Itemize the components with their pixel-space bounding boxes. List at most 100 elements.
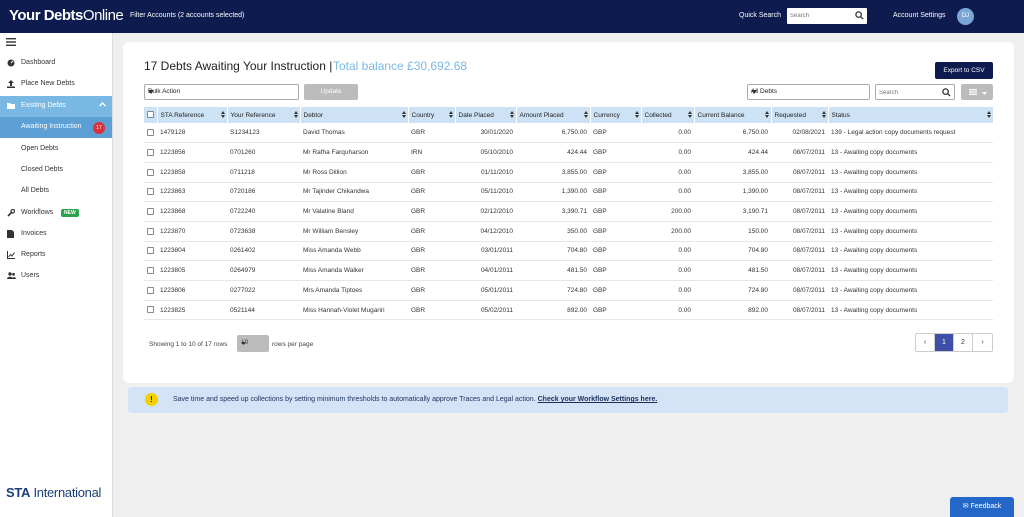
sort-icon[interactable] (583, 111, 588, 120)
sidebar-item-place-new-debts[interactable]: Place New Debts (0, 74, 112, 95)
table-row[interactable]: 1223870 0723638 Mr William Bensley GBR 04/12… (144, 221, 993, 242)
update-button[interactable]: Update (304, 84, 358, 100)
sidebar-item-reports[interactable]: Reports (0, 245, 112, 266)
table-row[interactable]: 1223858 0711218 Mr Ross Dillion GBR 01/11/20… (144, 162, 993, 183)
table-cell: 892.00 (516, 300, 590, 321)
sidebar-item-invoices[interactable]: Invoices (0, 224, 112, 245)
column-header[interactable]: Collected (641, 107, 695, 123)
sidebar-item-users[interactable]: Users (0, 266, 112, 287)
sidebar-item-closed-debts[interactable]: Closed Debts (0, 160, 112, 181)
sort-icon[interactable] (401, 111, 406, 120)
sidebar-item-workflows[interactable]: Workflows NEW (0, 203, 112, 224)
filter-accounts-link[interactable]: Filter Accounts (2 accounts selected) (130, 12, 244, 19)
table-row[interactable]: 1479128 S1234123 David Thomas GBR 30/01/2020… (144, 123, 993, 144)
chevron-up-icon[interactable] (99, 102, 106, 109)
table-cell: 13 - Awaiting copy documents (828, 182, 993, 203)
select-all-checkbox[interactable] (144, 107, 158, 123)
table-cell: 6,750.00 (694, 123, 771, 144)
chart-icon (7, 251, 15, 261)
sort-icon[interactable] (764, 111, 769, 120)
column-header[interactable]: Status (828, 107, 994, 123)
sidebar-item-dashboard[interactable]: Dashboard (0, 53, 112, 74)
row-checkbox[interactable] (144, 300, 157, 321)
row-checkbox[interactable] (144, 280, 157, 301)
table-row[interactable]: 1223825 0521144 Miss Hannah-Violet Mugarir… (144, 300, 993, 321)
table-row[interactable]: 1223863 0720186 Mr Tajinder Chikandwa GBR 05… (144, 182, 993, 203)
new-badge: NEW (61, 209, 79, 217)
sidebar-item-awaiting-instruction[interactable]: Awaiting Instruction 17 (0, 117, 112, 138)
column-header[interactable]: Your Reference (227, 107, 301, 123)
menu-icon[interactable] (6, 38, 16, 48)
table-cell: 139 - Legal action copy documents reques… (828, 123, 993, 144)
pagination-page-2[interactable]: 2 (954, 334, 973, 351)
table-cell: Mr Tajinder Chikandwa (300, 182, 408, 203)
pagination-next-button[interactable]: › (973, 334, 992, 351)
sidebar-item-all-debts[interactable]: All Debts (0, 181, 112, 202)
sort-icon[interactable] (220, 111, 225, 120)
table-cell: GBR (408, 280, 455, 301)
table-row[interactable]: 1223868 0722240 Mr Valatine Bland GBR 02/12/… (144, 201, 993, 222)
debts-filter-select[interactable]: All Debts (747, 84, 870, 100)
table-row[interactable]: 1223806 0277022 Mrs Amanda Tiptoes GBR 05/01… (144, 280, 993, 301)
columns-toggle-button[interactable] (961, 84, 993, 100)
workflow-settings-link[interactable]: Check your Workflow Settings here. (538, 396, 658, 403)
sort-icon[interactable] (986, 111, 991, 120)
feedback-button[interactable]: ✉ Feedback (950, 497, 1014, 517)
column-header[interactable]: Currency (590, 107, 642, 123)
table-row[interactable]: 1223856 0701260 Mr Rafha Farquharson IRN 05/… (144, 142, 993, 163)
table-cell: 1,390.00 (516, 182, 590, 203)
column-header[interactable]: STA Reference (157, 107, 228, 123)
sta-international-logo: STA International (6, 485, 102, 500)
row-checkbox[interactable] (144, 221, 157, 242)
sort-icon[interactable] (821, 111, 826, 120)
table-row[interactable]: 1223804 0261402 Miss Amanda Webb GBR 03/01/2… (144, 241, 993, 262)
table-cell: Mr Ross Dillion (300, 162, 408, 183)
search-icon[interactable] (942, 88, 951, 99)
search-icon[interactable] (855, 11, 864, 22)
column-header[interactable]: Requested (771, 107, 829, 123)
table-cell: 1223870 (157, 221, 227, 242)
rows-per-page-select[interactable]: 10 (237, 335, 269, 352)
quick-search-box[interactable] (787, 8, 867, 24)
column-header[interactable]: Current Balance (694, 107, 772, 123)
table-cell: 3,190.71 (694, 201, 771, 222)
table-cell: 08/07/2011 (771, 300, 828, 321)
row-checkbox[interactable] (144, 123, 157, 144)
sort-icon[interactable] (509, 111, 514, 120)
row-checkbox[interactable] (144, 260, 157, 281)
table-cell: GBR (408, 241, 455, 262)
sort-icon[interactable] (687, 111, 692, 120)
table-cell: 02/08/2021 (771, 123, 828, 144)
pagination-page-1[interactable]: 1 (935, 334, 954, 351)
quick-search-input[interactable] (790, 10, 852, 22)
sidebar-item-existing-debts[interactable]: Existing Debts (0, 96, 112, 117)
row-checkbox[interactable] (144, 241, 157, 262)
table-search-input[interactable] (879, 87, 939, 98)
sidebar-item-open-debts[interactable]: Open Debts (0, 139, 112, 160)
row-checkbox[interactable] (144, 142, 157, 163)
column-header[interactable]: Country (408, 107, 456, 123)
row-checkbox[interactable] (144, 182, 157, 203)
table-cell: 704.80 (694, 241, 771, 262)
sort-icon[interactable] (634, 111, 639, 120)
table-cell: GBR (408, 300, 455, 321)
column-header[interactable]: Debtor (300, 107, 409, 123)
account-settings-link[interactable]: Account Settings (893, 12, 946, 19)
sort-icon[interactable] (448, 111, 453, 120)
table-cell: 1223804 (157, 241, 227, 262)
brand-logo[interactable]: Your DebtsOnline (9, 7, 124, 24)
avatar[interactable]: DJ (957, 8, 974, 25)
bulk-action-select[interactable]: Bulk Action (144, 84, 299, 100)
column-header[interactable]: Amount Placed (516, 107, 591, 123)
column-header[interactable]: Date Placed (455, 107, 517, 123)
sort-icon[interactable] (293, 111, 298, 120)
row-checkbox[interactable] (144, 201, 157, 222)
row-checkbox[interactable] (144, 162, 157, 183)
table-cell: 1479128 (157, 123, 227, 144)
export-csv-button[interactable]: Export to CSV (935, 62, 993, 79)
table-row[interactable]: 1223805 0264979 Miss Amanda Walker GBR 04/01… (144, 260, 993, 281)
table-cell: 04/12/2010 (455, 221, 516, 242)
table-cell: 3,855.00 (516, 162, 590, 183)
pagination-prev-button[interactable]: ‹ (916, 334, 935, 351)
table-search-box[interactable] (875, 84, 955, 100)
